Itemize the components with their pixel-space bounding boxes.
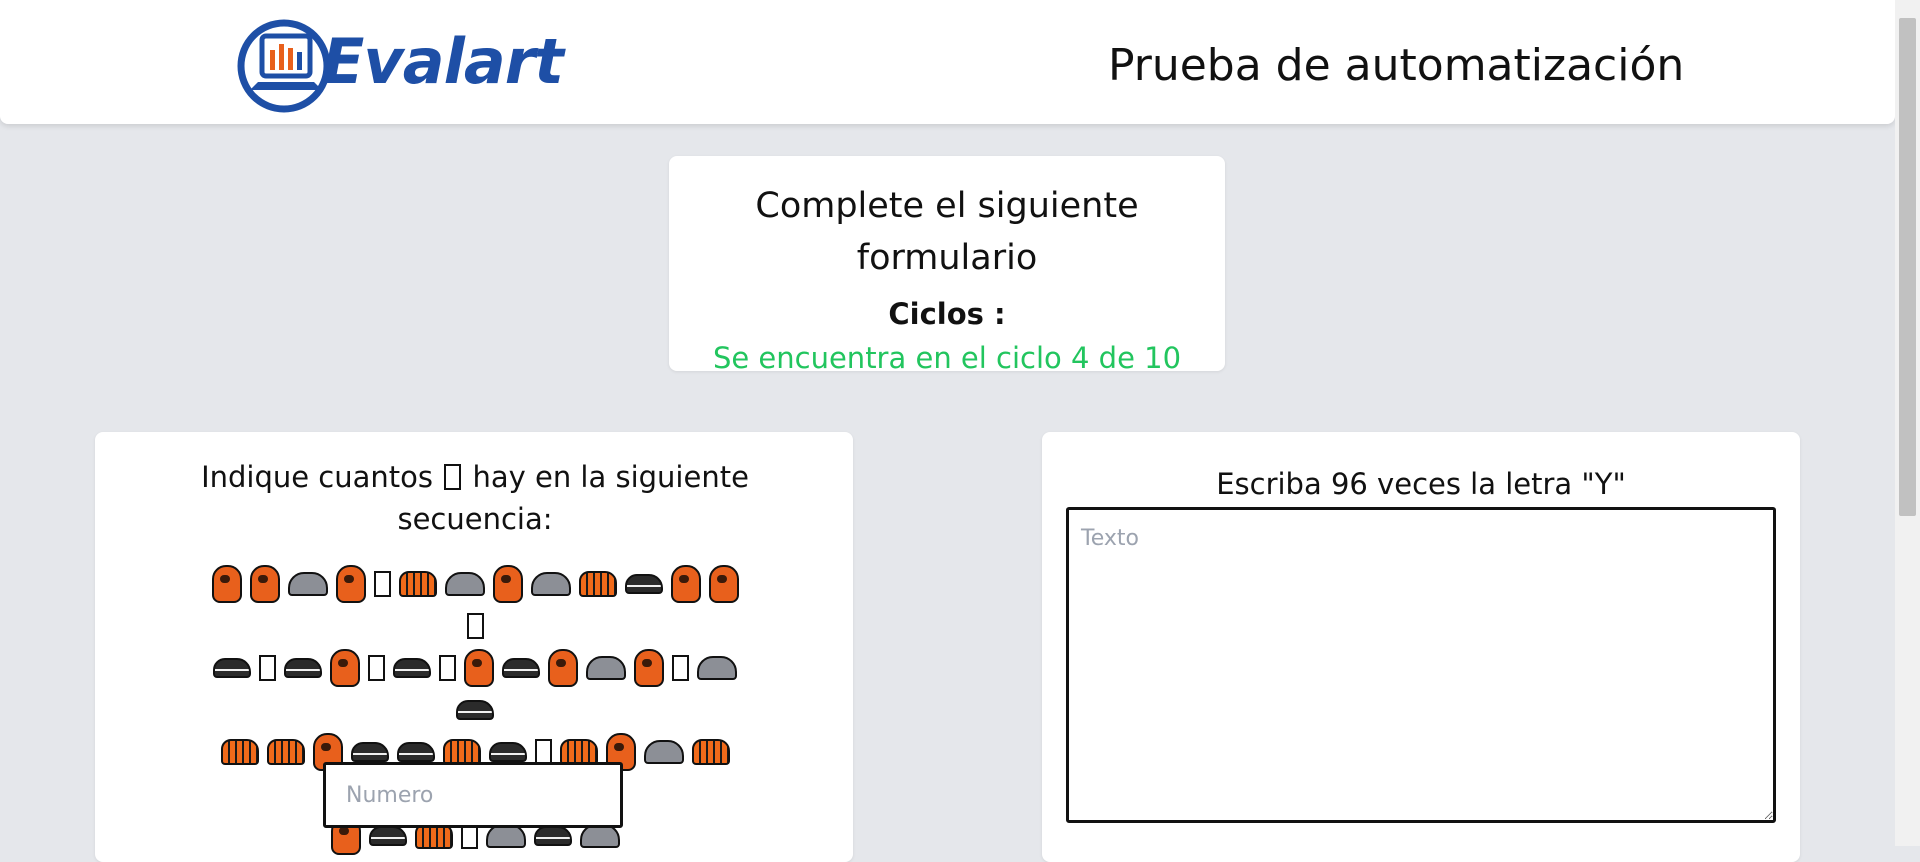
vertical-scrollbar[interactable]	[1895, 0, 1920, 846]
header-bar: Evalart Prueba de automatización	[0, 0, 1895, 124]
write-question-text: Escriba 96 veces la letra "Y"	[1216, 467, 1626, 501]
tiger-icon	[578, 571, 617, 597]
page-title: Prueba de automatización	[1108, 40, 1685, 91]
hippo-icon	[530, 572, 571, 596]
write-question-card: Escriba 96 veces la letra "Y"	[1042, 432, 1800, 862]
cycles-label: Ciclos :	[888, 297, 1006, 331]
hippo-icon	[444, 572, 485, 596]
scrollbar-thumb[interactable]	[1899, 18, 1916, 516]
tiger-icon	[691, 739, 730, 765]
badger-icon	[368, 826, 407, 846]
orangutan-icon	[634, 649, 664, 687]
badger-icon	[624, 574, 663, 594]
evalart-logo[interactable]: Evalart	[236, 12, 596, 116]
count-number-input[interactable]	[323, 762, 623, 828]
tiger-icon	[220, 739, 259, 765]
orangutan-icon	[330, 649, 360, 687]
orangutan-icon	[708, 565, 739, 603]
sequence-row	[205, 562, 745, 646]
orangutan-icon	[670, 565, 701, 603]
count-question-text: Indique cuantos hay en la siguiente secu…	[175, 456, 775, 540]
hippo-icon	[643, 740, 684, 764]
badger-icon	[213, 658, 251, 678]
text-answer-textarea[interactable]	[1066, 507, 1776, 823]
badger-icon	[393, 658, 431, 678]
orangutan-icon	[249, 565, 280, 603]
badger-icon	[533, 826, 572, 846]
tiger-icon	[266, 739, 305, 765]
unknown-icon	[672, 655, 689, 681]
orangutan-icon	[211, 565, 242, 603]
logo-text: Evalart	[322, 25, 564, 98]
orangutan-icon	[335, 565, 366, 603]
question-text-before: Indique cuantos	[201, 460, 434, 494]
cycle-status: Se encuentra en el ciclo 4 de 10	[712, 341, 1182, 375]
badger-icon	[502, 658, 540, 678]
badger-icon	[488, 742, 527, 762]
count-question-card: Indique cuantos hay en la siguiente secu…	[95, 432, 853, 862]
form-heading: Complete el siguiente formulario	[755, 186, 1139, 278]
sequence-row	[205, 646, 745, 730]
hippo-icon	[586, 656, 626, 680]
badger-icon	[350, 742, 389, 762]
badger-icon	[284, 658, 322, 678]
badger-icon	[396, 742, 435, 762]
unknown-icon	[466, 613, 484, 639]
target-symbol-icon	[444, 464, 462, 490]
tiger-icon	[398, 571, 437, 597]
badger-icon	[456, 700, 494, 720]
unknown-icon	[373, 571, 391, 597]
logo-icon	[237, 19, 331, 113]
orangutan-icon	[464, 649, 494, 687]
hippo-icon	[287, 572, 328, 596]
unknown-icon	[368, 655, 385, 681]
cycles-card: Complete el siguiente formulario Ciclos …	[669, 156, 1225, 375]
hippo-icon	[697, 656, 737, 680]
orangutan-icon	[492, 565, 523, 603]
orangutan-icon	[548, 649, 578, 687]
unknown-icon	[439, 655, 456, 681]
unknown-icon	[259, 655, 276, 681]
